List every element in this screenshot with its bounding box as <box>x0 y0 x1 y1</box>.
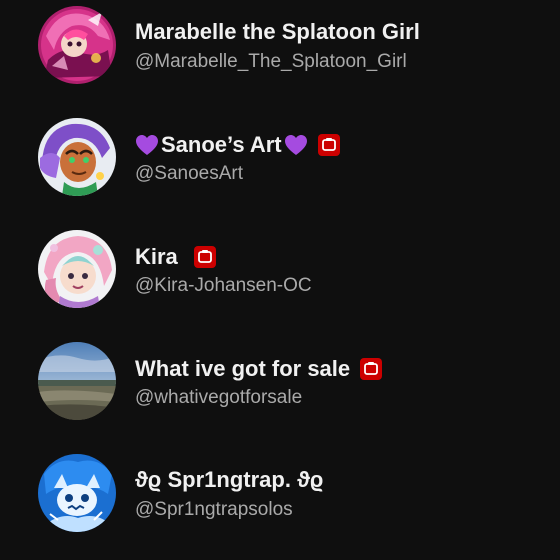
channel-name[interactable]: Sanoe’s Art <box>135 132 340 158</box>
red-shorts-badge-icon <box>360 358 383 380</box>
channel-row[interactable]: ϑϱ Spr1ngtrap. ϑϱ @Spr1ngtrapsolos <box>0 448 560 560</box>
beach-landscape-avatar-icon[interactable] <box>38 342 116 420</box>
channel-row[interactable]: Kira @Kira-Johansen-OC <box>0 224 560 336</box>
red-shorts-badge-icon <box>317 134 340 156</box>
pink-splatoon-girl-avatar-icon[interactable] <box>38 6 116 84</box>
pink-hair-oc-avatar-icon[interactable] <box>38 230 116 308</box>
channel-list: Marabelle the Splatoon Girl @Marabelle_T… <box>0 0 560 560</box>
channel-row[interactable]: Marabelle the Splatoon Girl @Marabelle_T… <box>0 0 560 112</box>
channel-name[interactable]: ϑϱ Spr1ngtrap. ϑϱ <box>135 467 323 493</box>
channel-name-text: Sanoe’s Art <box>161 132 282 157</box>
channel-handle: @Marabelle_The_Splatoon_Girl <box>135 51 407 72</box>
channel-handle: @Spr1ngtrapsolos <box>135 499 293 520</box>
purple-heart-icon <box>135 134 159 156</box>
channel-name[interactable]: Marabelle the Splatoon Girl <box>135 19 420 45</box>
channel-name[interactable]: What ive got for sale <box>135 356 383 382</box>
red-shorts-badge-icon <box>193 246 216 268</box>
channel-name[interactable]: Kira <box>135 244 216 270</box>
channel-handle: @Kira-Johansen-OC <box>135 275 312 296</box>
purple-hair-octoling-avatar-icon[interactable] <box>38 118 116 196</box>
channel-name-text: What ive got for sale <box>135 356 351 381</box>
channel-handle: @SanoesArt <box>135 163 244 184</box>
channel-name-text: Kira <box>135 244 178 269</box>
purple-heart-icon <box>284 134 308 156</box>
channel-row[interactable]: Sanoe’s Art @SanoesArt <box>0 112 560 224</box>
channel-name-text: Marabelle the Splatoon Girl <box>135 19 420 44</box>
channel-row[interactable]: What ive got for sale @whativegotforsale <box>0 336 560 448</box>
blue-sketch-avatar-icon[interactable] <box>38 454 116 532</box>
channel-handle: @whativegotforsale <box>135 387 303 408</box>
channel-name-text: ϑϱ Spr1ngtrap. ϑϱ <box>135 467 324 492</box>
